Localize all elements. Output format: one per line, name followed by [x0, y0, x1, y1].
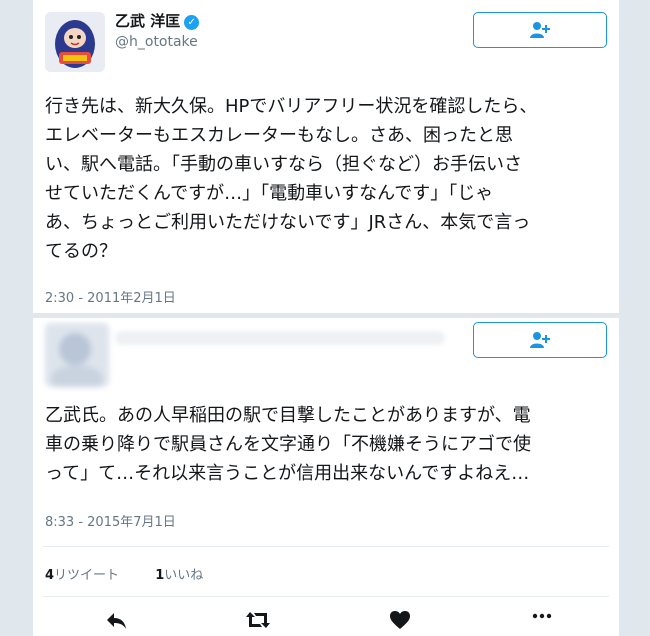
follow-icon: [530, 332, 550, 348]
tweet-card: 乙武 洋匡 ✓ @h_ototake 行き先は、新大久保。HPでバリアフリー状況を…: [33, 0, 619, 313]
tweet-stats: 4リツイート 1いいね: [45, 564, 203, 583]
user-name[interactable]: 乙武 洋匡 ✓: [115, 10, 200, 31]
user-name-text[interactable]: 乙武 洋匡: [115, 12, 180, 30]
tweet-text: 乙武氏。あの人早稲田の駅で目撃したことがありますが、電 車の乗り降りで駅員さんを…: [45, 405, 531, 484]
verified-icon: ✓: [184, 15, 200, 30]
follow-icon: [530, 22, 550, 38]
like-count: 1: [155, 568, 165, 583]
avatar[interactable]: [45, 323, 109, 387]
divider: [43, 546, 609, 547]
tweet-timestamp[interactable]: 2:30 - 2011年2月1日: [45, 287, 176, 306]
user-handle[interactable]: @h_ototake: [115, 34, 198, 50]
tweet-card: 乙武氏。あの人早稲田の駅で目撃したことがありますが、電 車の乗り降りで駅員さんを…: [33, 318, 619, 636]
reply-button[interactable]: [101, 610, 131, 636]
divider: [43, 596, 609, 597]
avatar[interactable]: [45, 12, 105, 72]
blurred-user-name: [115, 331, 445, 345]
like-label: いいね: [164, 568, 204, 583]
reply-icon: [107, 613, 126, 629]
like-icon: [390, 611, 410, 629]
like-button[interactable]: [385, 610, 415, 636]
follow-button[interactable]: [473, 322, 607, 358]
follow-button[interactable]: [473, 12, 607, 48]
tweet-text: 行き先は、新大久保。HPでバリアフリー状況を確認したら、 エレベーターもエスカレ…: [45, 96, 538, 262]
tweet-actions: [33, 610, 619, 636]
tweet-timestamp[interactable]: 8:33 - 2015年7月1日: [45, 511, 176, 530]
retweet-count: 4: [45, 568, 55, 583]
like-stat[interactable]: 1いいね: [155, 568, 203, 583]
retweet-label: リツイート: [54, 568, 120, 583]
retweet-stat[interactable]: 4リツイート: [45, 568, 119, 583]
more-button[interactable]: [527, 610, 557, 636]
retweet-button[interactable]: [243, 610, 273, 636]
more-icon: [532, 613, 552, 619]
retweet-icon: [246, 612, 270, 628]
